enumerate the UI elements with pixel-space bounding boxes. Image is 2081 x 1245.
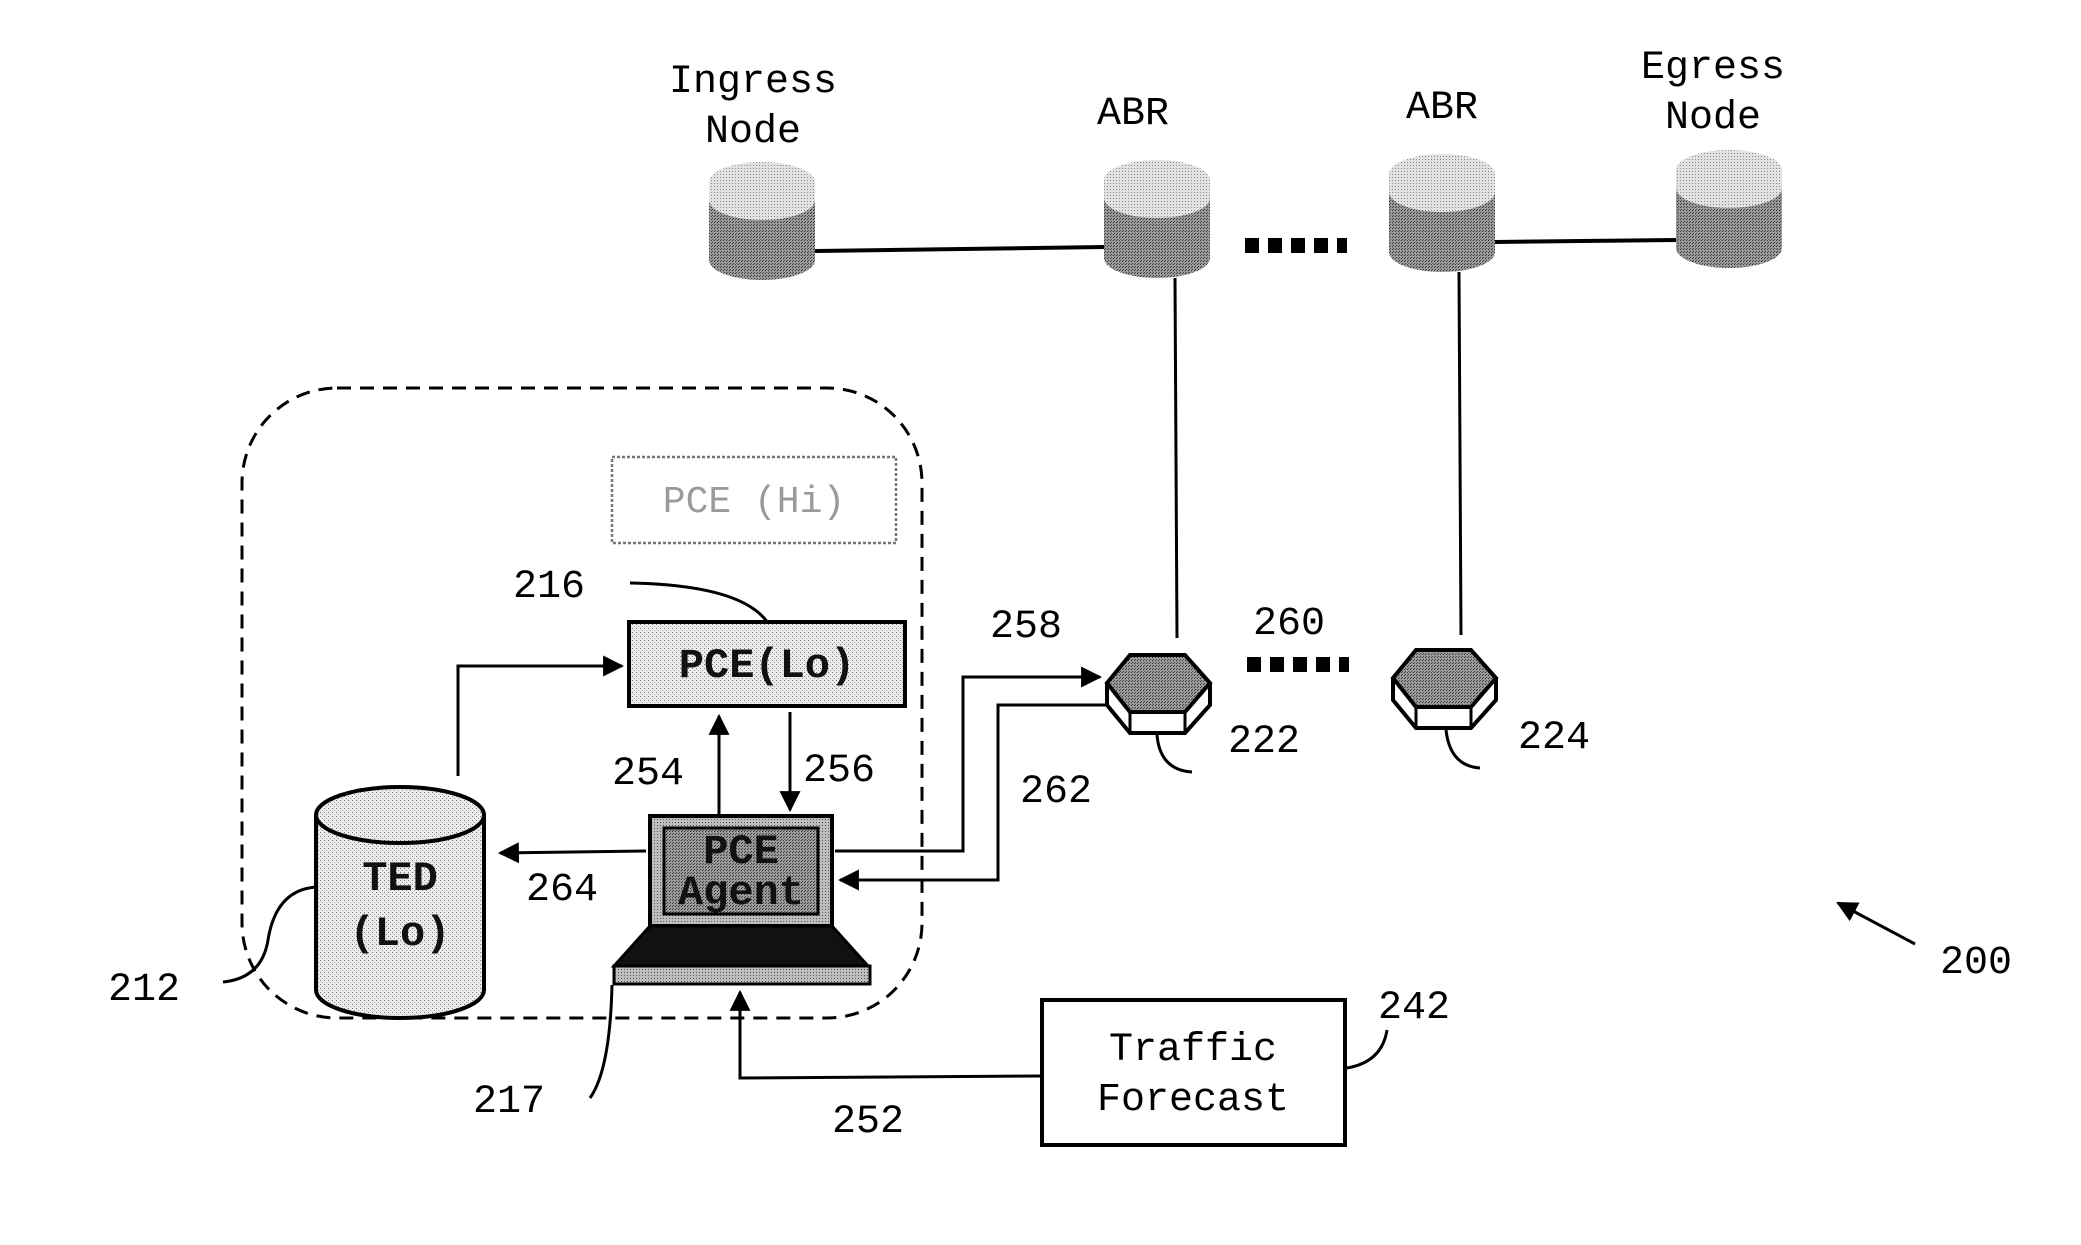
router-222-icon[interactable] [1104, 653, 1213, 735]
pce-hi-box[interactable]: PCE (Hi) [610, 455, 898, 545]
leader-222 [1155, 734, 1193, 774]
ingress-node-icon[interactable] [709, 162, 815, 280]
abr1-label: ABR [1097, 92, 1169, 137]
ref-254: 254 [612, 752, 684, 797]
arrow-264 [497, 842, 647, 864]
egress-node-icon[interactable] [1676, 150, 1782, 268]
agent-label-agent: Agent [678, 869, 804, 917]
ref-222: 222 [1228, 720, 1300, 765]
ref-256: 256 [803, 749, 875, 794]
ingress-node-label: Ingress [669, 60, 837, 105]
figure-arrow-200 [1836, 901, 1916, 946]
router-224-icon[interactable] [1390, 648, 1499, 730]
egress-node-label-line2: Node [1665, 96, 1761, 141]
abr1-node-icon[interactable] [1104, 160, 1210, 278]
ellipsis-dots-top [1245, 238, 1347, 253]
pce-lo-box[interactable]: PCE(Lo) [627, 620, 907, 708]
ref-264: 264 [526, 868, 598, 913]
leader-242 [1346, 1029, 1389, 1070]
link-abr2-egress [1493, 238, 1679, 244]
arrow-ted-to-pce-lo [456, 655, 625, 776]
ref-260: 260 [1253, 602, 1325, 647]
abr2-node-icon[interactable] [1389, 154, 1495, 272]
leader-224 [1444, 729, 1481, 770]
abr2-label: ABR [1406, 86, 1478, 131]
ref-258: 258 [990, 605, 1062, 650]
ted-lo-label: (Lo) [350, 910, 451, 958]
ellipsis-dots-bottom [1247, 657, 1349, 672]
egress-node-label: Egress [1641, 46, 1785, 91]
ted-lo-database[interactable]: TED (Lo) [314, 785, 486, 1020]
ref-262: 262 [1020, 770, 1092, 815]
ingress-node-label-line2: Node [705, 110, 801, 155]
ref-252: 252 [832, 1100, 904, 1145]
leader-217 [588, 984, 614, 1099]
ref-224: 224 [1518, 716, 1590, 761]
pce-lo-label: PCE(Lo) [679, 642, 855, 690]
ted-label: TED [362, 855, 438, 903]
figure-ref-200: 200 [1940, 941, 2012, 986]
link-abr1-router222 [1173, 277, 1179, 639]
forecast-label: Forecast [1097, 1078, 1289, 1123]
pce-hi-label: PCE (Hi) [663, 481, 845, 524]
leader-216 [629, 581, 770, 624]
ref-217: 217 [473, 1080, 545, 1125]
ref-212: 212 [108, 968, 180, 1013]
pce-agent-laptop[interactable]: PCE Agent [610, 814, 872, 986]
ref-242: 242 [1378, 986, 1450, 1031]
traffic-label: Traffic [1109, 1028, 1277, 1073]
arrow-252 [729, 989, 1043, 1080]
network-diagram: Ingress Node ABR ABR Egress Node PCE (Hi… [108, 46, 2012, 1147]
link-ingress-abr1 [814, 245, 1106, 253]
ref-216: 216 [513, 565, 585, 610]
traffic-forecast-box[interactable]: Traffic Forecast [1040, 998, 1347, 1147]
leader-212 [222, 885, 317, 984]
link-abr2-router224 [1457, 271, 1463, 636]
